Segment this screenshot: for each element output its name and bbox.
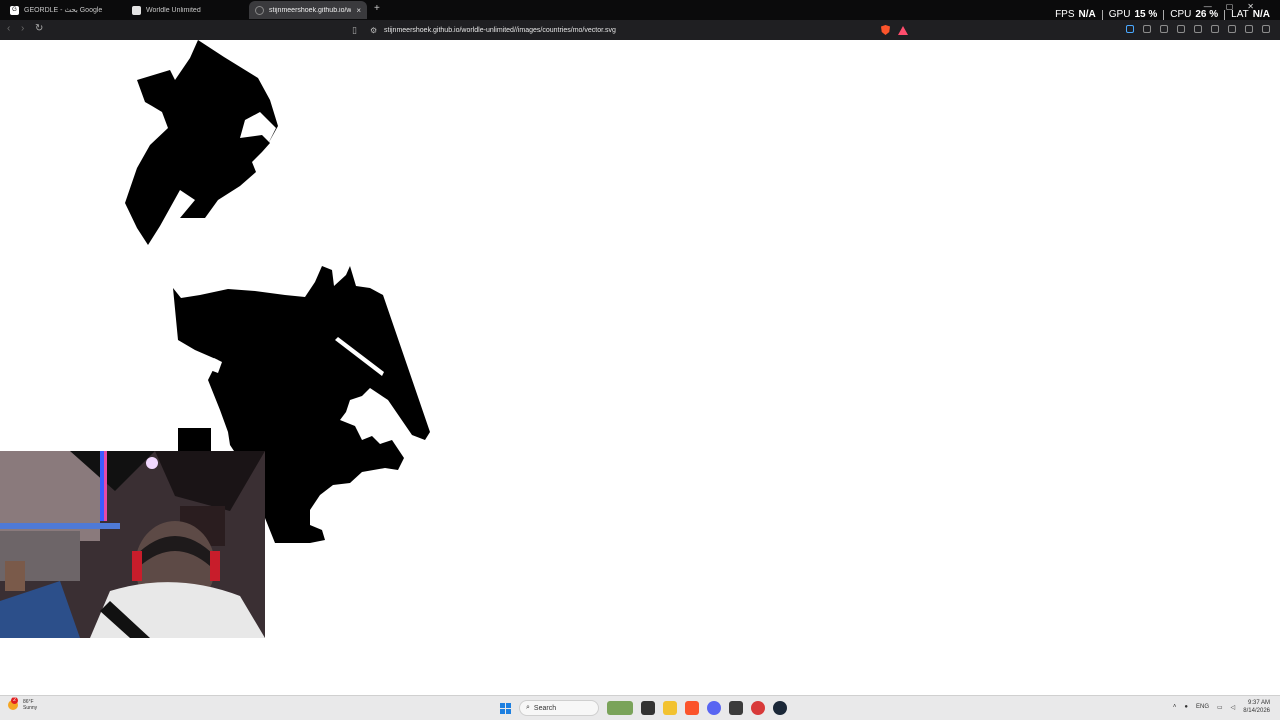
microphone-icon[interactable]: ● <box>1184 704 1188 710</box>
site-info-icon[interactable]: ⚙ <box>370 26 384 35</box>
menu-icon[interactable] <box>1262 25 1270 33</box>
brave-shields-icon[interactable] <box>881 25 890 35</box>
extension-icon[interactable] <box>1177 25 1185 33</box>
clock-time: 9:37 AM <box>1247 700 1270 706</box>
upper-island-shape <box>125 40 278 245</box>
performance-overlay: FPS N/A GPU 15 % CPU 26 % LAT N/A <box>1055 9 1270 20</box>
windows-taskbar: 2 86°F Sunny ⌕ Search ˄ ● ENG ▭ ◁ 9:37 A… <box>0 695 1280 720</box>
volume-icon[interactable]: ◁ <box>1231 704 1236 711</box>
weather-widget[interactable]: 2 86°F Sunny <box>8 697 38 711</box>
tab-label: Worldle Unlimited <box>146 6 201 14</box>
clock-date: 8/14/2026 <box>1243 708 1270 714</box>
sun-icon: 2 <box>8 697 18 710</box>
reload-icon[interactable]: ↻ <box>35 23 43 34</box>
notification-badge: 2 <box>11 697 18 704</box>
tab-label: stijnmeershoek.github.io/worldl <box>269 6 352 14</box>
small-block-shape <box>178 428 211 452</box>
url-text[interactable]: stijnmeershoek.github.io/worldle-unlimit… <box>384 27 881 34</box>
tab-vector-svg[interactable]: stijnmeershoek.github.io/worldl × <box>249 1 367 19</box>
network-icon[interactable]: ▭ <box>1217 704 1223 711</box>
back-icon[interactable]: ‹ <box>7 23 10 34</box>
extension-icon[interactable] <box>1228 25 1236 33</box>
brave-browser-icon[interactable] <box>685 701 699 715</box>
discord-icon[interactable] <box>707 701 721 715</box>
language-indicator[interactable]: ENG <box>1196 704 1209 710</box>
clock[interactable]: 9:37 AM 8/14/2026 <box>1243 699 1270 715</box>
extension-icon[interactable] <box>1245 25 1253 33</box>
brave-rewards-icon[interactable] <box>898 25 908 35</box>
browser-toolbar: ‹ › ↻ ▯ ⚙ stijnmeershoek.github.io/world… <box>0 20 1280 40</box>
fps-metric: FPS N/A <box>1055 9 1096 20</box>
new-tab-button[interactable]: + <box>374 3 380 14</box>
bookmark-icon[interactable]: ▯ <box>352 25 370 36</box>
webcam-feed-image <box>0 451 265 638</box>
taskbar-apps: ⌕ Search <box>500 700 787 716</box>
news-widget-icon[interactable] <box>607 701 633 715</box>
search-icon: ⌕ <box>526 704 530 711</box>
worldle-icon <box>132 5 141 15</box>
extension-icon[interactable] <box>1126 25 1134 33</box>
tab-worldle-unlimited[interactable]: Worldle Unlimited <box>126 1 244 19</box>
chevron-up-icon[interactable]: ˄ <box>1173 704 1177 710</box>
address-bar[interactable]: ▯ ⚙ stijnmeershoek.github.io/worldle-unl… <box>352 22 908 38</box>
tab-label: GEORDLE - بحث Google <box>24 7 103 14</box>
weather-condition: Sunny <box>23 705 38 711</box>
extension-icon[interactable] <box>1143 25 1151 33</box>
tab-geordle-search[interactable]: G GEORDLE - بحث Google <box>4 1 122 19</box>
system-tray: ˄ ● ENG ▭ ◁ 9:37 AM 8/14/2026 <box>1173 699 1270 715</box>
lat-metric: LAT N/A <box>1231 9 1270 20</box>
extension-icons <box>1126 25 1270 33</box>
extension-icon[interactable] <box>1160 25 1168 33</box>
task-view-icon[interactable] <box>641 701 655 715</box>
extension-icon[interactable] <box>1211 25 1219 33</box>
calculator-icon[interactable] <box>729 701 743 715</box>
webcam-overlay <box>0 451 265 638</box>
windows-start-icon[interactable] <box>500 702 511 714</box>
media-app-icon[interactable] <box>751 701 765 715</box>
google-icon: G <box>10 5 19 15</box>
globe-icon <box>255 5 264 15</box>
gpu-metric: GPU 15 % <box>1108 9 1158 20</box>
forward-icon[interactable]: › <box>21 23 24 34</box>
cpu-metric: CPU 26 % <box>1170 9 1219 20</box>
close-tab-icon[interactable]: × <box>356 6 361 15</box>
search-placeholder: Search <box>533 704 557 712</box>
file-explorer-icon[interactable] <box>663 701 677 715</box>
steam-icon[interactable] <box>773 701 787 715</box>
taskbar-search[interactable]: ⌕ Search <box>519 700 599 716</box>
extension-icon[interactable] <box>1194 25 1202 33</box>
tab-strip: G GEORDLE - بحث Google Worldle Unlimited… <box>0 0 1280 20</box>
